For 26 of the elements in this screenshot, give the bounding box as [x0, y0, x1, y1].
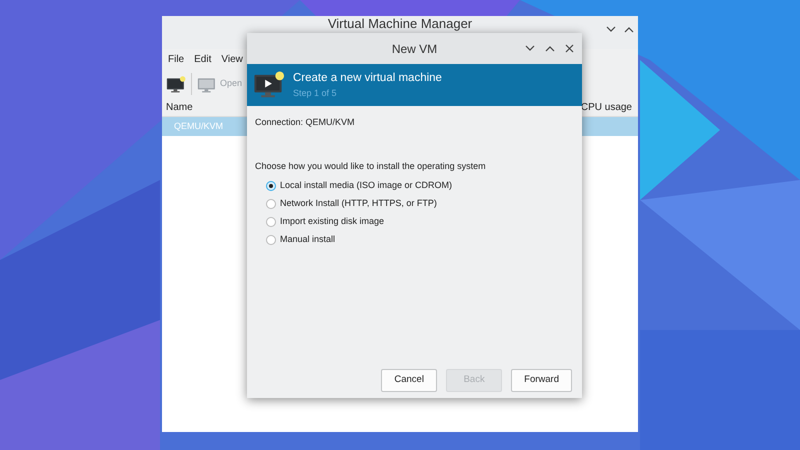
radio-option[interactable]: Manual install [266, 232, 574, 247]
radio-option[interactable]: Local install media (ISO image or CDROM) [266, 178, 574, 193]
dialog-title: New VM [392, 40, 438, 58]
close-icon[interactable] [565, 44, 574, 53]
header-title: Create a new virtual machine [293, 70, 442, 86]
monitor-icon [253, 71, 285, 99]
prompt-label: Choose how you would like to install the operating system [255, 160, 487, 173]
window-title: Virtual Machine Manager [328, 16, 472, 31]
menu-item[interactable]: Edit [194, 52, 212, 66]
menu-item[interactable]: File [168, 52, 184, 66]
connection-label: Connection: QEMU/KVM [255, 116, 356, 129]
new-vm-button[interactable] [166, 76, 186, 92]
minimize-icon[interactable] [606, 26, 616, 33]
dialog-button[interactable]: Cancel [381, 369, 438, 392]
dialog-button[interactable]: Forward [511, 369, 572, 392]
minimize-icon[interactable] [525, 45, 535, 52]
maximize-icon[interactable] [624, 26, 634, 33]
column-header[interactable]: CPU usage [580, 100, 632, 115]
monitor-icon [166, 76, 186, 92]
step-label: Step 1 of 5 [293, 86, 338, 100]
menu-item[interactable]: View [221, 52, 243, 66]
radio-option[interactable]: Network Install (HTTP, HTTPS, or FTP) [266, 196, 574, 211]
monitor-icon [197, 76, 217, 92]
column-header[interactable]: Name [166, 100, 193, 115]
radio-option[interactable]: Import existing disk image [266, 214, 574, 229]
maximize-icon[interactable] [545, 45, 555, 52]
